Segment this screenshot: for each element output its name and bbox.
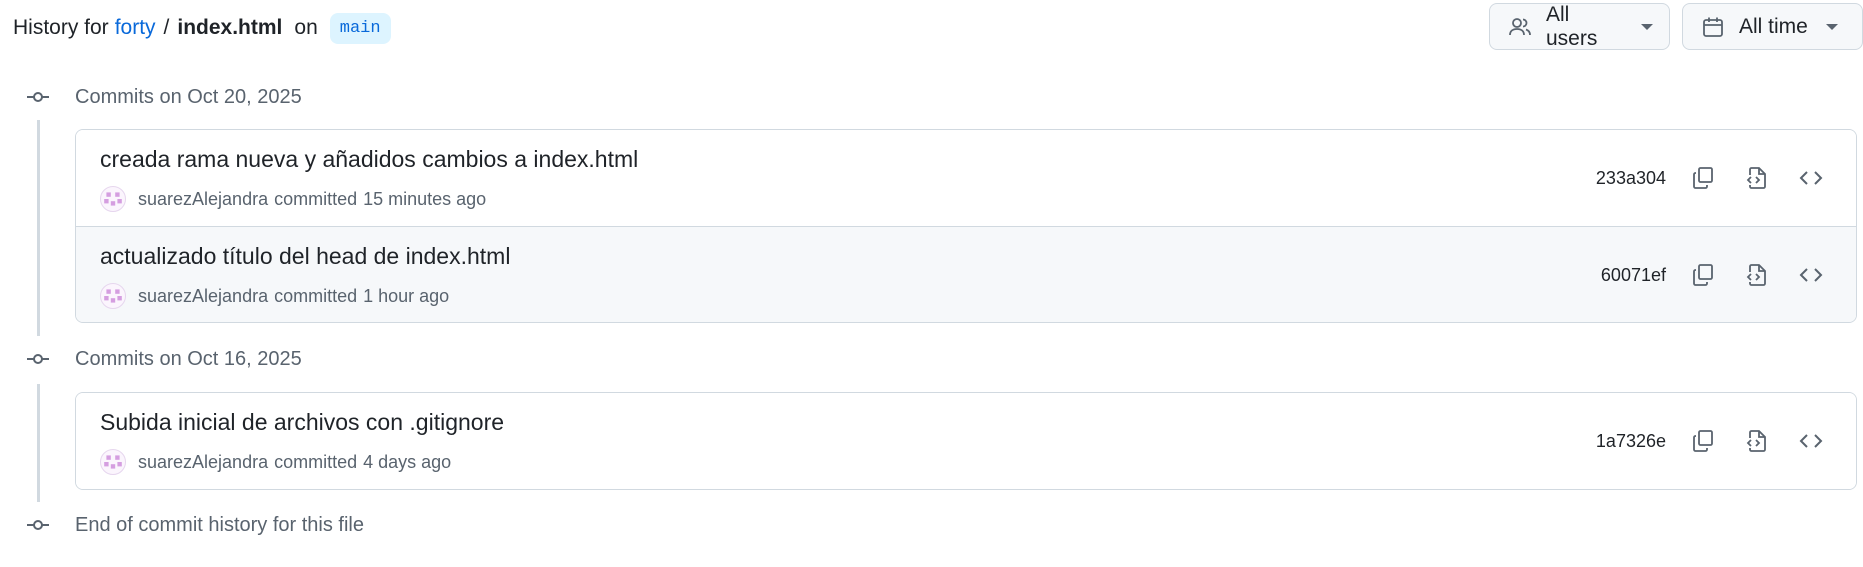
commit-title[interactable]: Subida inicial de archivos con .gitignor… (100, 409, 504, 436)
code-icon[interactable] (1784, 154, 1838, 202)
file-name: index.html (177, 16, 283, 39)
all-time-button[interactable]: All time (1682, 3, 1863, 50)
avatar[interactable] (100, 283, 126, 309)
commit-sha[interactable]: 1a7326e (1596, 431, 1666, 452)
copy-icon[interactable] (1676, 251, 1730, 299)
commit-actions: 1a7326e (1596, 417, 1838, 465)
commit-time: 15 minutes ago (363, 188, 487, 209)
all-time-label: All time (1739, 14, 1808, 38)
commit-group-date: Commits on Oct 20, 2025 (75, 85, 302, 108)
end-of-history-label: End of commit history for this file (75, 513, 364, 536)
history-prefix: History for (13, 16, 109, 39)
commit-time: 4 days ago (363, 451, 452, 472)
committed-label: committed (274, 285, 358, 306)
commit-title[interactable]: actualizado título del head de index.htm… (100, 243, 510, 270)
timeline-line (37, 384, 40, 502)
git-commit-icon (26, 513, 50, 537)
end-of-history: End of commit history for this file (26, 510, 364, 540)
file-code-icon[interactable] (1730, 154, 1784, 202)
file-code-icon[interactable] (1730, 251, 1784, 299)
commit-time: 1 hour ago (363, 285, 450, 306)
commit-row: Subida inicial de archivos con .gitignor… (76, 393, 1856, 489)
commit-group-header: Commits on Oct 20, 2025 (26, 82, 302, 112)
calendar-icon (1701, 15, 1725, 39)
on-label: on (294, 16, 318, 39)
chevron-down-icon (1825, 23, 1838, 30)
commit-actions: 233a304 (1596, 154, 1838, 202)
commit-list: Subida inicial de archivos con .gitignor… (75, 392, 1857, 490)
copy-icon[interactable] (1676, 154, 1730, 202)
repo-link[interactable]: forty (115, 16, 156, 40)
people-icon (1508, 15, 1532, 39)
commit-author[interactable]: suarezAlejandra (138, 452, 268, 473)
copy-icon[interactable] (1676, 417, 1730, 465)
code-icon[interactable] (1784, 417, 1838, 465)
commit-list: creada rama nueva y añadidos cambios a i… (75, 129, 1857, 323)
avatar[interactable] (100, 449, 126, 475)
commit-sha[interactable]: 233a304 (1596, 168, 1666, 189)
filter-toolbar: All users All time (1489, 3, 1863, 50)
page-header: History for forty / index.html on main (13, 10, 391, 46)
commit-group-date: Commits on Oct 16, 2025 (75, 347, 302, 370)
commit-row: creada rama nueva y añadidos cambios a i… (76, 130, 1856, 226)
commit-meta: suarezAlejandra committed 4 days ago (100, 449, 451, 475)
timeline-line (37, 120, 40, 336)
avatar[interactable] (100, 186, 126, 212)
committed-label: committed (274, 451, 358, 472)
all-users-label: All users (1546, 2, 1598, 50)
commit-title[interactable]: creada rama nueva y añadidos cambios a i… (100, 146, 638, 173)
commit-author[interactable]: suarezAlejandra (138, 286, 268, 307)
all-users-button[interactable]: All users (1489, 3, 1670, 50)
git-commit-icon (26, 85, 50, 109)
commit-actions: 60071ef (1601, 251, 1838, 299)
commit-meta: suarezAlejandra committed 15 minutes ago (100, 186, 486, 212)
commit-author[interactable]: suarezAlejandra (138, 189, 268, 210)
committed-label: committed (274, 188, 358, 209)
branch-badge[interactable]: main (329, 12, 391, 44)
path-separator: / (163, 16, 170, 39)
chevron-down-icon (1641, 23, 1653, 30)
code-icon[interactable] (1784, 251, 1838, 299)
git-commit-icon (26, 347, 50, 371)
commit-row: actualizado título del head de index.htm… (76, 226, 1856, 322)
commit-meta: suarezAlejandra committed 1 hour ago (100, 283, 449, 309)
commit-group-header: Commits on Oct 16, 2025 (26, 344, 302, 374)
file-code-icon[interactable] (1730, 417, 1784, 465)
commit-sha[interactable]: 60071ef (1601, 265, 1666, 286)
